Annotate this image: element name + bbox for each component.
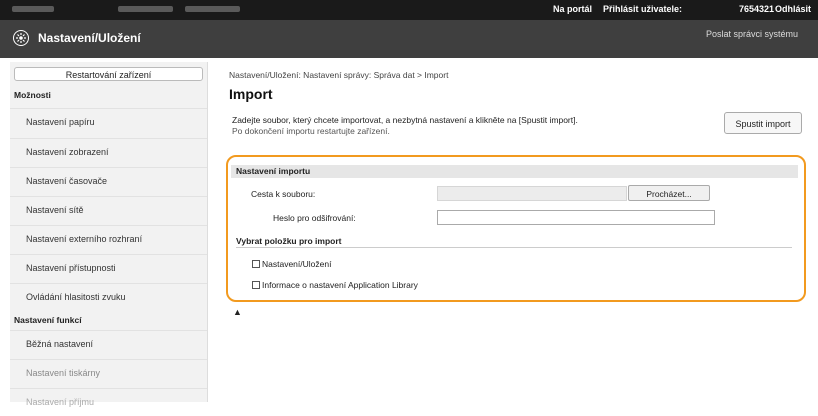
description: Zadejte soubor, který chcete importovat,…	[232, 115, 652, 137]
sidebar-item-network[interactable]: Nastavení sítě	[10, 196, 207, 223]
user-id: 7654321	[739, 4, 775, 14]
sidebar-item-common[interactable]: Běžná nastavení	[10, 330, 207, 357]
import-settings-header: Nastavení importu	[231, 165, 798, 178]
login-label: Přihlásit uživatele:	[603, 4, 683, 14]
decrypt-password-label: Heslo pro odšifrování:	[273, 213, 356, 223]
app-header: Nastavení/Uložení Poslat správci systému	[0, 20, 818, 58]
top-bar: Na portál Přihlásit uživatele: 7654321 O…	[0, 0, 818, 20]
sidebar-item-external-interface[interactable]: Nastavení externího rozhraní	[10, 225, 207, 252]
blurred-text	[185, 6, 240, 12]
description-text: Zadejte soubor, který chcete importovat,…	[232, 115, 578, 125]
blurred-text	[12, 6, 54, 12]
page-header-title: Nastavení/Uložení	[38, 31, 141, 45]
scroll-to-top-icon[interactable]: ▲	[233, 307, 242, 317]
sidebar-section-functions: Nastavení funkcí	[14, 315, 82, 325]
file-path-label: Cesta k souboru:	[251, 189, 316, 199]
app-library-checkbox[interactable]	[252, 281, 260, 289]
checkbox-label: Informace o nastavení Application Librar…	[262, 280, 418, 290]
checkbox-row-settings[interactable]: Nastavení/Uložení	[252, 259, 331, 269]
blurred-text	[118, 6, 173, 12]
settings-register-icon	[13, 30, 29, 46]
divider	[236, 247, 792, 248]
settings-register-checkbox[interactable]	[252, 260, 260, 268]
checkbox-label: Nastavení/Uložení	[262, 259, 332, 269]
portal-link[interactable]: Na portál	[553, 4, 592, 14]
checkbox-row-app-library[interactable]: Informace o nastavení Application Librar…	[252, 280, 418, 290]
sidebar-section-options: Možnosti	[14, 90, 51, 100]
send-to-admin-link[interactable]: Poslat správci systému	[706, 29, 798, 39]
sidebar-item-printer[interactable]: Nastavení tiskárny	[10, 359, 207, 386]
breadcrumb: Nastavení/Uložení: Nastavení správy: Spr…	[229, 70, 449, 80]
sidebar-item-timer[interactable]: Nastavení časovače	[10, 167, 207, 194]
browse-button[interactable]: Procházet...	[628, 185, 710, 201]
sidebar-item-accessibility[interactable]: Nastavení přístupnosti	[10, 254, 207, 281]
logout-link[interactable]: Odhlásit	[775, 4, 811, 14]
restart-device-button[interactable]: Restartování zařízení	[14, 67, 203, 81]
file-path-field[interactable]	[437, 186, 627, 201]
sidebar-item-paper[interactable]: Nastavení papíru	[10, 108, 207, 135]
description-note: Po dokončení importu restartujte zařízen…	[232, 126, 390, 136]
page-title: Import	[229, 86, 273, 102]
sidebar-item-volume[interactable]: Ovládání hlasitosti zvuku	[10, 283, 207, 310]
decrypt-password-field[interactable]	[437, 210, 715, 225]
start-import-button[interactable]: Spustit import	[724, 112, 802, 134]
sidebar-item-display[interactable]: Nastavení zobrazení	[10, 138, 207, 165]
sidebar: Restartování zařízení Možnosti Nastavení…	[10, 62, 208, 407]
select-items-heading: Vybrat položku pro import	[236, 236, 342, 246]
